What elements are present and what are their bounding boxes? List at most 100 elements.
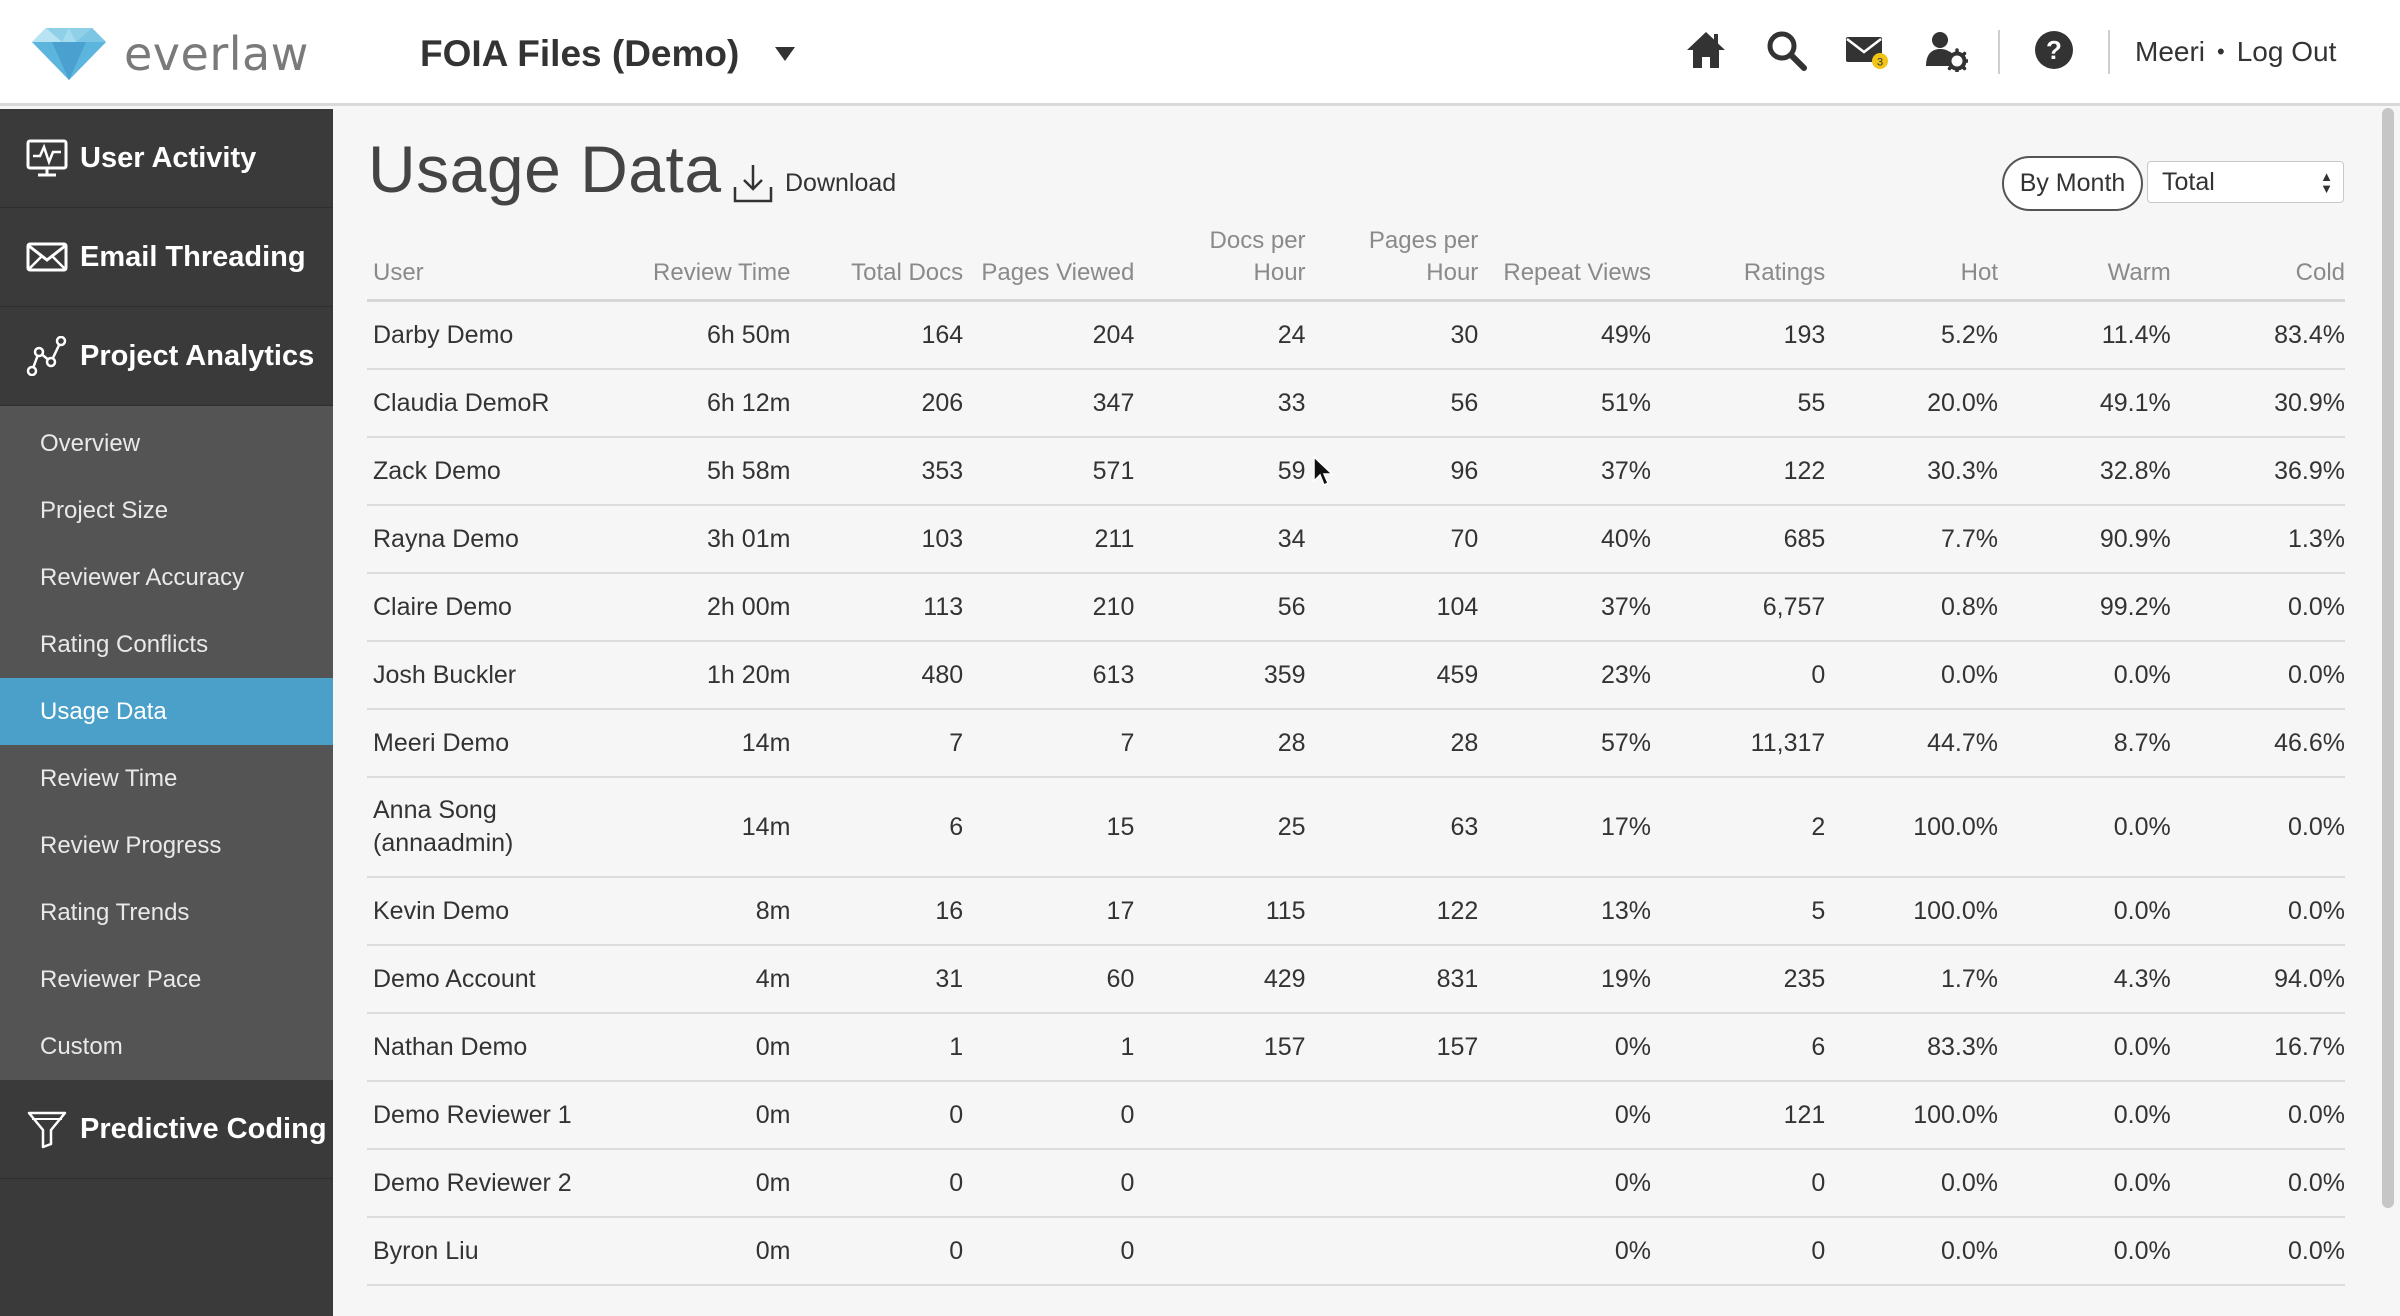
table-row[interactable]: Meeri Demo 14m 7 7 28 28 57% 11,317 44.7% 8.7% 46.… [367, 710, 2345, 778]
table-row[interactable]: Josh Buckler 1h 20m 480 613 359 459 23% 0 0.0% 0.… [367, 642, 2345, 710]
sidebar: User Activity Email Threading Project An… [0, 109, 333, 1316]
download-button[interactable]: Download [731, 161, 896, 205]
column-header-cold[interactable]: Cold [2296, 257, 2345, 289]
table-row[interactable]: Claudia DemoR 6h 12m 206 347 33 56 51% 55 20.0% 4… [367, 370, 2345, 438]
cell-total-docs: 31 [935, 964, 964, 993]
table-row[interactable]: Anna Song (annaadmin) 14m 6 15 25 63 17% 2 100.0… [367, 778, 2345, 878]
cell-repeat-views: 57% [1600, 728, 1652, 757]
column-header-pages-viewed[interactable]: Pages Viewed [981, 257, 1134, 289]
cell-cold: 16.7% [2274, 1032, 2345, 1061]
cell-warm: 0.0% [2113, 1168, 2171, 1197]
cell-warm: 90.9% [2099, 524, 2171, 553]
column-header-docs-per-hour[interactable]: Docs per Hour [1210, 225, 1306, 289]
column-header-pages-per-hour[interactable]: Pages per Hour [1369, 225, 1478, 289]
by-month-button[interactable]: By Month [2002, 156, 2143, 211]
column-header-total-docs[interactable]: Total Docs [851, 257, 963, 289]
table-row[interactable]: Nathan Demo 0m 1 1 157 157 0% 6 83.3% 0.0% 16.7% [367, 1014, 2345, 1082]
column-header-hot[interactable]: Hot [1961, 257, 1998, 289]
search-icon[interactable] [1762, 26, 1810, 74]
project-selector[interactable]: FOIA Files (Demo) [420, 26, 796, 82]
cell-docs-per-hour [1146, 1082, 1306, 1148]
sidebar-subitem-overview[interactable]: Overview [0, 410, 333, 477]
logout-link[interactable]: Log Out [2237, 36, 2337, 68]
table-body: Darby Demo 6h 50m 164 204 24 30 49% 193 5.2% 11.4… [367, 302, 2345, 1286]
home-icon[interactable] [1682, 26, 1730, 74]
cell-review-time: 3h 01m [707, 524, 791, 553]
table-header: User Review Time Total Docs Pages Viewed Doc… [367, 227, 2345, 302]
cell-docs-per-hour: 28 [1277, 728, 1306, 757]
sidebar-item-project-analytics[interactable]: Project Analytics [0, 307, 333, 406]
everlaw-logo[interactable]: everlaw [32, 26, 309, 82]
sidebar-item-label: Email Threading [80, 240, 306, 273]
cell-docs-per-hour: 157 [1263, 1032, 1306, 1061]
cell-review-time: 6h 50m [707, 320, 791, 349]
cell-cold: 0.0% [2288, 1168, 2345, 1197]
sidebar-subitem-custom[interactable]: Custom [0, 1013, 333, 1080]
sidebar-subitem-reviewer-accuracy[interactable]: Reviewer Accuracy [0, 544, 333, 611]
cell-review-time: 0m [755, 1236, 791, 1265]
user-settings-icon[interactable] [1922, 26, 1970, 74]
cell-review-time: 14m [741, 812, 791, 841]
header-divider [2108, 30, 2110, 74]
main-content: Usage Data Download By Month Total ▲ ▼ Us… [333, 109, 2373, 1316]
table-row[interactable]: Demo Reviewer 2 0m 0 0 0% 0 0.0% 0.0% 0.0% [367, 1150, 2345, 1218]
table-row[interactable]: Byron Liu 0m 0 0 0% 0 0.0% 0.0% 0.0% [367, 1218, 2345, 1286]
table-row[interactable]: Zack Demo 5h 58m 353 571 59 96 37% 122 30.3% 32.8… [367, 438, 2345, 506]
table-row[interactable]: Demo Account 4m 31 60 429 831 19% 235 1.7% 4.3% 94… [367, 946, 2345, 1014]
column-header-line: Total Docs [851, 259, 964, 286]
column-header-user[interactable]: User [373, 257, 424, 289]
cell-user: Zack Demo [373, 456, 501, 485]
cell-user: Demo Reviewer 2 [373, 1168, 572, 1197]
sidebar-subitem-rating-trends[interactable]: Rating Trends [0, 879, 333, 946]
svg-text:?: ? [2046, 35, 2062, 65]
cell-repeat-views: 51% [1600, 388, 1652, 417]
sidebar-subitem-project-size[interactable]: Project Size [0, 477, 333, 544]
table-row[interactable]: Kevin Demo 8m 16 17 115 122 13% 5 100.0% 0.0% 0.0% [367, 878, 2345, 946]
cell-hot: 100.0% [1913, 812, 1999, 841]
table-row[interactable]: Demo Reviewer 1 0m 0 0 0% 121 100.0% 0.0% 0.0% [367, 1082, 2345, 1150]
cell-total-docs: 480 [921, 660, 964, 689]
cell-cold: 0.0% [2288, 660, 2345, 689]
cell-ratings: 121 [1783, 1100, 1826, 1129]
column-header-line: Pages per [1368, 227, 1479, 254]
cell-docs-per-hour: 24 [1277, 320, 1306, 349]
sidebar-item-predictive-coding[interactable]: Predictive Coding [0, 1080, 333, 1179]
cell-warm: 4.3% [2113, 964, 2171, 993]
mail-icon[interactable]: 3 [1842, 26, 1890, 74]
sidebar-subitem-usage-data[interactable]: Usage Data [0, 678, 333, 745]
cell-docs-per-hour [1146, 1150, 1306, 1216]
sidebar-subitem-review-progress[interactable]: Review Progress [0, 812, 333, 879]
cell-pages-per-hour: 30 [1450, 320, 1479, 349]
help-icon[interactable]: ? [2030, 26, 2078, 74]
cell-warm: 49.1% [2099, 388, 2171, 417]
sidebar-item-email-threading[interactable]: Email Threading [0, 208, 333, 307]
period-select[interactable]: Total ▲ ▼ [2147, 161, 2344, 203]
cell-user: Kevin Demo [373, 896, 510, 925]
column-header-ratings[interactable]: Ratings [1744, 257, 1825, 289]
table-row[interactable]: Claire Demo 2h 00m 113 210 56 104 37% 6,757 0.8%… [367, 574, 2345, 642]
table-row[interactable]: Rayna Demo 3h 01m 103 211 34 70 40% 685 7.7% 90.9… [367, 506, 2345, 574]
sidebar-item-user-activity[interactable]: User Activity [0, 109, 333, 208]
cell-total-docs: 0 [949, 1236, 964, 1265]
cell-warm: 0.0% [2113, 812, 2171, 841]
cell-pages-viewed: 613 [1092, 660, 1135, 689]
sidebar-subitem-rating-conflicts[interactable]: Rating Conflicts [0, 611, 333, 678]
column-header-warm[interactable]: Warm [2108, 257, 2171, 289]
cell-pages-per-hour: 70 [1450, 524, 1479, 553]
cell-docs-per-hour: 115 [1265, 896, 1306, 925]
column-header-line: Hot [1960, 259, 1999, 286]
sidebar-subitem-review-time[interactable]: Review Time [0, 745, 333, 812]
cell-ratings: 11,317 [1750, 728, 1826, 757]
page-scrollbar[interactable] [2382, 108, 2394, 1208]
diamond-logo-icon [32, 28, 106, 80]
cell-repeat-views: 0% [1614, 1100, 1652, 1129]
column-header-repeat-views[interactable]: Repeat Views [1503, 257, 1651, 289]
table-row[interactable]: Darby Demo 6h 50m 164 204 24 30 49% 193 5.2% 11.4… [367, 302, 2345, 370]
cell-pages-viewed: 0 [1120, 1168, 1135, 1197]
cell-warm: 99.2% [2099, 592, 2171, 621]
cell-warm: 0.0% [2113, 660, 2171, 689]
cell-total-docs: 353 [921, 456, 964, 485]
column-header-review-time[interactable]: Review Time [653, 257, 790, 289]
sidebar-subitem-reviewer-pace[interactable]: Reviewer Pace [0, 946, 333, 1013]
user-name[interactable]: Meeri [2135, 36, 2205, 68]
